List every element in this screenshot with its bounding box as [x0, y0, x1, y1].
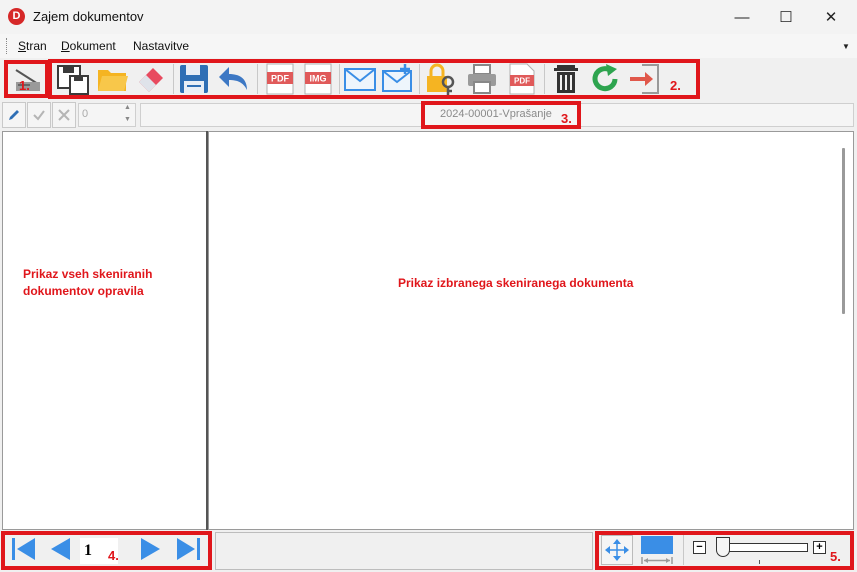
zoom-in-button[interactable]: +	[813, 541, 826, 554]
minimize-icon: —	[734, 8, 750, 26]
toolbar-separator	[339, 64, 340, 94]
confirm-button[interactable]	[27, 102, 51, 128]
next-page-button[interactable]	[137, 536, 163, 565]
status-panel	[215, 532, 593, 570]
close-icon: ✕	[824, 9, 838, 26]
toolbar-separator	[257, 64, 258, 94]
first-page-icon	[12, 538, 35, 560]
next-page-icon	[141, 538, 160, 560]
printer-icon[interactable]	[465, 62, 499, 96]
document-preview-panel[interactable]	[208, 131, 854, 530]
main-panel-note: Prikaz izbranega skeniranega dokumenta	[398, 276, 634, 290]
menu-nastavitve[interactable]: Nastavitve	[133, 39, 189, 53]
zoom-slider-track[interactable]	[724, 543, 808, 552]
annotation-label-4: 4.	[108, 548, 119, 563]
pdf-export-icon[interactable]: PDF	[505, 62, 539, 96]
img-icon[interactable]: IMG	[301, 62, 335, 96]
undo-arrow-icon[interactable]	[217, 62, 251, 96]
open-folder-icon[interactable]	[96, 62, 130, 96]
cancel-button[interactable]	[52, 102, 76, 128]
zoom-slider-tick	[759, 560, 760, 564]
window-title: Zajem dokumentov	[33, 9, 144, 24]
cancel-x-icon	[58, 109, 70, 121]
close-window-button[interactable]: ✕	[808, 0, 854, 34]
zoom-separator	[683, 535, 684, 565]
previous-page-button[interactable]	[48, 536, 74, 565]
first-page-button[interactable]	[9, 536, 37, 565]
pdf-text: PDF	[271, 74, 290, 84]
pencil-icon	[9, 110, 19, 120]
eraser-icon[interactable]	[135, 62, 169, 96]
email-attachment-icon[interactable]	[381, 62, 415, 96]
left-panel-note: Prikaz vseh skeniranih dokumentov opravi…	[23, 267, 153, 298]
fit-page-button[interactable]	[601, 535, 633, 565]
fit-width-button[interactable]	[640, 535, 674, 565]
annotation-label-2: 2.	[670, 78, 681, 93]
menu-stran[interactable]: Stran	[18, 39, 47, 53]
floppy-save-icon[interactable]	[177, 62, 211, 96]
maximize-icon: ☐	[779, 9, 793, 26]
document-name: 2024-00001-Vprašanje	[440, 108, 552, 120]
fit-page-icon	[605, 539, 629, 561]
minimize-button[interactable]: —	[719, 0, 765, 34]
annotation-label-1: 1.	[19, 78, 30, 93]
menu-grip	[6, 38, 8, 54]
edit-button[interactable]	[2, 102, 26, 128]
toolbar-separator	[49, 64, 50, 94]
check-icon	[33, 110, 45, 121]
previous-page-icon	[51, 538, 70, 560]
save-document-icon[interactable]	[56, 62, 90, 96]
toolbar-separator	[419, 64, 420, 94]
vertical-scrollbar[interactable]	[842, 148, 845, 314]
zoom-slider-thumb[interactable]	[715, 537, 730, 557]
maximize-button[interactable]: ☐	[763, 0, 809, 34]
email-icon[interactable]	[343, 62, 377, 96]
pdf-export-text: PDF	[514, 77, 530, 86]
zoom-out-button[interactable]: −	[693, 541, 706, 554]
trash-icon[interactable]	[549, 62, 583, 96]
last-page-button[interactable]	[175, 536, 203, 565]
toolbar-separator	[544, 64, 545, 94]
exit-icon[interactable]	[628, 62, 662, 96]
menu-overflow-icon[interactable]: ▼	[842, 42, 850, 51]
menu-bar	[0, 34, 857, 58]
app-logo: D	[8, 8, 25, 25]
refresh-icon[interactable]	[588, 62, 622, 96]
annotation-label-5: 5.	[830, 549, 841, 564]
menu-dokument[interactable]: Dokument	[61, 39, 116, 53]
toolbar-separator	[173, 64, 174, 94]
last-page-icon	[177, 538, 200, 560]
lock-key-icon[interactable]	[424, 62, 458, 96]
pdf-icon[interactable]: PDF	[263, 62, 297, 96]
img-text: IMG	[310, 74, 327, 84]
spin-down-icon[interactable]: ▼	[124, 116, 131, 123]
scanned-documents-list[interactable]	[2, 131, 207, 530]
fit-width-icon	[641, 536, 673, 564]
annotation-label-3: 3.	[561, 111, 572, 126]
spin-up-icon[interactable]: ▲	[124, 104, 131, 111]
